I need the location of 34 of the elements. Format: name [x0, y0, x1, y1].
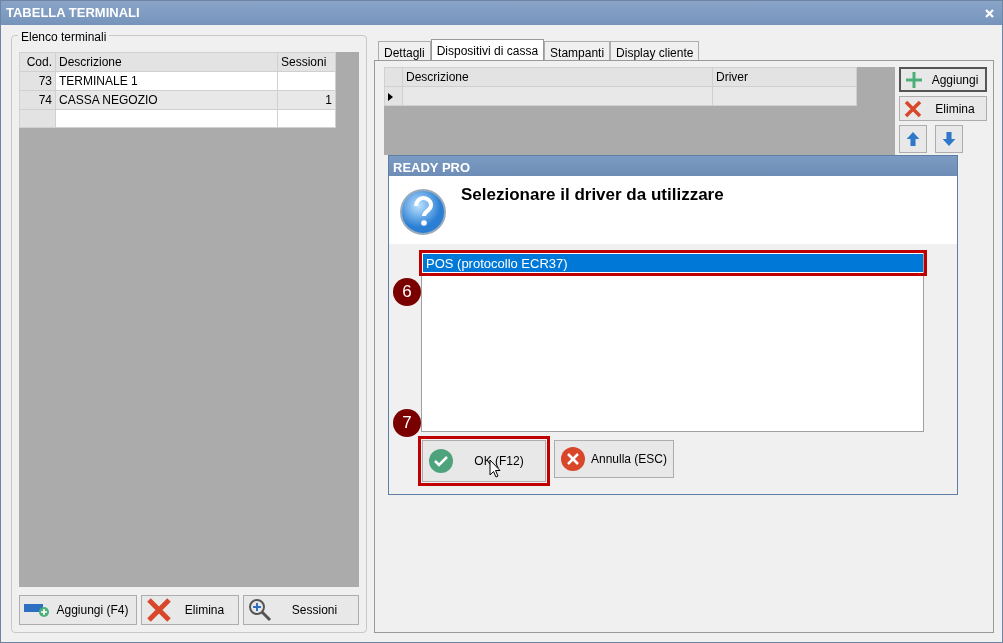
column-header: Descrizione	[402, 67, 713, 87]
button[interactable]: Aggiungi	[899, 67, 987, 92]
add-icon	[905, 70, 923, 89]
zoom-in-icon	[248, 598, 272, 622]
list-item[interactable]: POS (protocollo ECR37)	[423, 254, 923, 272]
window-title: TABELLA TERMINALI	[6, 4, 140, 23]
button[interactable]: Sessioni	[243, 595, 359, 625]
callout-number: 6	[393, 278, 421, 306]
delete-icon	[904, 99, 922, 118]
dialog-title: READY PRO	[389, 156, 957, 176]
callout-number: 7	[393, 409, 421, 437]
column-header: Cod.	[19, 52, 56, 72]
table-cell: TERMINALE 1	[55, 71, 278, 91]
row-pointer-icon	[388, 92, 393, 101]
tab[interactable]: Dettagli	[378, 41, 431, 60]
button[interactable]: Aggiungi (F4)	[19, 595, 137, 625]
check-icon	[429, 449, 453, 473]
column-header: Sessioni	[277, 52, 336, 72]
close-icon[interactable]	[985, 8, 994, 18]
button[interactable]	[935, 125, 963, 153]
tab[interactable]: Display cliente	[610, 41, 700, 60]
dialog-message: Selezionare il driver da utilizzare	[461, 184, 724, 206]
button[interactable]: Annulla (ESC)	[554, 440, 674, 478]
tab[interactable]: Stampanti	[544, 41, 611, 60]
delete-icon	[146, 597, 172, 623]
tab[interactable]: Dispositivi di cassa	[430, 39, 545, 60]
add-icon	[24, 602, 50, 618]
column-header: Driver	[712, 67, 857, 87]
cancel-icon	[561, 447, 585, 471]
button[interactable]: Elimina	[899, 96, 987, 121]
button[interactable]: Elimina	[141, 595, 239, 625]
button[interactable]	[899, 125, 927, 153]
column-header: Descrizione	[55, 52, 278, 72]
question-icon	[399, 188, 447, 236]
